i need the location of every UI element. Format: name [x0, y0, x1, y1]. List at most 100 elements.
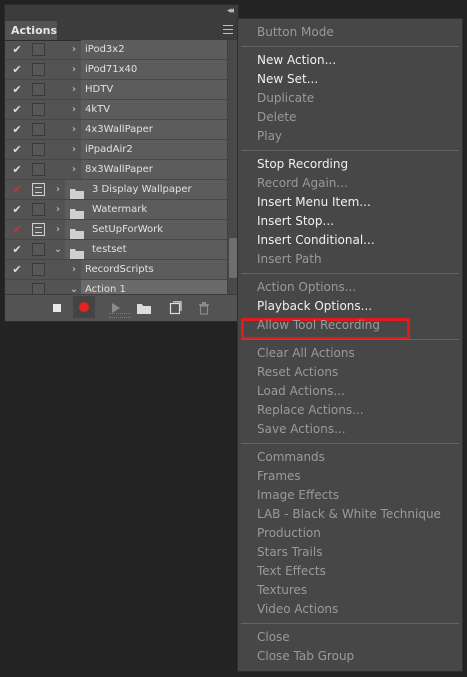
toggle-dialog-icon[interactable] [32, 203, 45, 216]
menu-item-duplicate[interactable]: Duplicate [257, 89, 314, 108]
actions-list: ✔ › iPod3x2 ✔ › iPod71x40 ✔ › HDTV ✔ › 4kTV ✔ › 4x3Wal… [5, 40, 227, 294]
toggle-item-checkbox[interactable]: ✔ [10, 82, 24, 97]
toggle-item-checkbox[interactable]: ✔ [10, 42, 24, 57]
menu-item-image-effects[interactable]: Image Effects [257, 486, 339, 505]
menu-item-clear-all-actions[interactable]: Clear All Actions [257, 344, 355, 363]
delete-icon[interactable] [197, 300, 211, 315]
menu-item-new-action[interactable]: New Action... [257, 51, 336, 70]
menu-separator [241, 273, 459, 274]
menu-item-button-mode[interactable]: Button Mode [257, 23, 334, 42]
chevron-right-icon[interactable]: › [53, 202, 63, 217]
toggle-item-checkbox[interactable]: ✔ [10, 222, 24, 237]
chevron-right-icon[interactable]: › [69, 42, 79, 57]
chevron-right-icon[interactable]: › [53, 182, 63, 197]
chevron-right-icon[interactable]: › [53, 222, 63, 237]
menu-item-play[interactable]: Play [257, 127, 282, 146]
menu-item-allow-tool-recording[interactable]: Allow Tool Recording [257, 316, 380, 335]
toggle-item-checkbox[interactable] [10, 282, 24, 294]
toggle-dialog-icon[interactable] [32, 83, 45, 96]
list-item[interactable]: ✔ › iPod71x40 [5, 60, 227, 80]
menu-item-text-effects[interactable]: Text Effects [257, 562, 326, 581]
menu-item-insert-conditional[interactable]: Insert Conditional... [257, 231, 375, 250]
tab-actions[interactable]: Actions [5, 21, 57, 40]
toggle-dialog-icon[interactable] [32, 263, 45, 276]
chevron-down-icon[interactable]: ⌄ [53, 242, 63, 257]
menu-item-close-tab-group[interactable]: Close Tab Group [257, 647, 354, 666]
play-icon[interactable] [108, 300, 122, 314]
toggle-dialog-icon[interactable] [32, 103, 45, 116]
menu-item-new-set[interactable]: New Set... [257, 70, 318, 89]
list-item[interactable]: ✔ › Watermark [5, 200, 227, 220]
toggle-item-checkbox[interactable]: ✔ [10, 62, 24, 77]
menu-item-load-actions[interactable]: Load Actions... [257, 382, 345, 401]
menu-item-textures[interactable]: Textures [257, 581, 307, 600]
toggle-dialog-icon[interactable] [32, 223, 45, 236]
list-item[interactable]: ✔ › HDTV [5, 80, 227, 100]
menu-item-save-actions[interactable]: Save Actions... [257, 420, 346, 439]
menu-item-video-actions[interactable]: Video Actions [257, 600, 338, 619]
panel-flyout-menu: Button Mode New Action... New Set... Duplic… [237, 18, 463, 672]
toggle-dialog-icon[interactable] [32, 143, 45, 156]
toggle-item-checkbox[interactable]: ✔ [10, 122, 24, 137]
toggle-item-checkbox[interactable]: ✔ [10, 162, 24, 177]
new-set-icon[interactable] [136, 300, 152, 314]
list-item[interactable]: ✔ › RecordScripts [5, 260, 227, 280]
chevron-right-icon[interactable]: › [69, 262, 79, 277]
action-row-selected[interactable]: ⌄ Action 1 [5, 280, 227, 294]
toggle-dialog-icon[interactable] [32, 163, 45, 176]
list-item[interactable]: ✔ ⌄ testset [5, 240, 227, 260]
new-action-icon[interactable] [168, 300, 182, 315]
toggle-dialog-icon[interactable] [32, 43, 45, 56]
chevron-right-icon[interactable]: › [69, 102, 79, 117]
menu-item-lab-black-white-technique[interactable]: LAB - Black & White Technique [257, 505, 441, 524]
row-name-cell [65, 240, 227, 259]
menu-item-frames[interactable]: Frames [257, 467, 301, 486]
list-item-label: Watermark [92, 204, 148, 215]
actions-toolbar [5, 294, 238, 319]
toggle-item-checkbox[interactable]: ✔ [10, 242, 24, 257]
toggle-dialog-icon[interactable] [32, 243, 45, 256]
toggle-dialog-icon[interactable] [32, 283, 45, 294]
chevron-right-icon[interactable]: › [69, 82, 79, 97]
toggle-dialog-icon[interactable] [32, 63, 45, 76]
chevron-right-icon[interactable]: › [69, 162, 79, 177]
panel-menu-icon[interactable] [223, 25, 233, 34]
toggle-item-checkbox[interactable]: ✔ [10, 182, 24, 197]
menu-item-close[interactable]: Close [257, 628, 290, 647]
list-item[interactable]: ✔ › 4kTV [5, 100, 227, 120]
menu-item-stars-trails[interactable]: Stars Trails [257, 543, 322, 562]
menu-item-reset-actions[interactable]: Reset Actions [257, 363, 338, 382]
list-item[interactable]: ✔ › 3 Display Wallpaper [5, 180, 227, 200]
menu-item-action-options[interactable]: Action Options... [257, 278, 356, 297]
chevron-right-icon[interactable]: › [69, 142, 79, 157]
toggle-item-checkbox[interactable]: ✔ [10, 142, 24, 157]
list-item[interactable]: ✔ › 8x3WallPaper [5, 160, 227, 180]
menu-item-commands[interactable]: Commands [257, 448, 325, 467]
menu-item-playback-options[interactable]: Playback Options... [257, 297, 372, 316]
chevron-down-icon[interactable]: ⌄ [69, 282, 79, 294]
toggle-item-checkbox[interactable]: ✔ [10, 102, 24, 117]
chevron-right-icon[interactable]: › [69, 62, 79, 77]
scroll-thumb[interactable] [229, 238, 237, 278]
menu-item-replace-actions[interactable]: Replace Actions... [257, 401, 364, 420]
menu-item-production[interactable]: Production [257, 524, 321, 543]
toggle-item-checkbox[interactable]: ✔ [10, 262, 24, 277]
collapse-panel-icon[interactable]: ◂◂ [227, 6, 234, 17]
list-item[interactable]: ✔ › SetUpForWork [5, 220, 227, 240]
menu-item-insert-menu-item[interactable]: Insert Menu Item... [257, 193, 371, 212]
menu-item-insert-path[interactable]: Insert Path [257, 250, 322, 269]
chevron-right-icon[interactable]: › [69, 122, 79, 137]
list-item[interactable]: ✔ › iPpadAir2 [5, 140, 227, 160]
menu-item-insert-stop[interactable]: Insert Stop... [257, 212, 334, 231]
stop-icon[interactable] [50, 300, 64, 314]
list-item[interactable]: ✔ › 4x3WallPaper [5, 120, 227, 140]
list-item[interactable]: ✔ › iPod3x2 [5, 40, 227, 60]
toggle-item-checkbox[interactable]: ✔ [10, 202, 24, 217]
toggle-dialog-icon[interactable] [32, 183, 45, 196]
resize-grip[interactable] [109, 313, 131, 318]
menu-item-delete[interactable]: Delete [257, 108, 296, 127]
menu-item-stop-recording[interactable]: Stop Recording [257, 155, 348, 174]
record-button[interactable] [73, 296, 95, 318]
toggle-dialog-icon[interactable] [32, 123, 45, 136]
menu-item-record-again[interactable]: Record Again... [257, 174, 348, 193]
